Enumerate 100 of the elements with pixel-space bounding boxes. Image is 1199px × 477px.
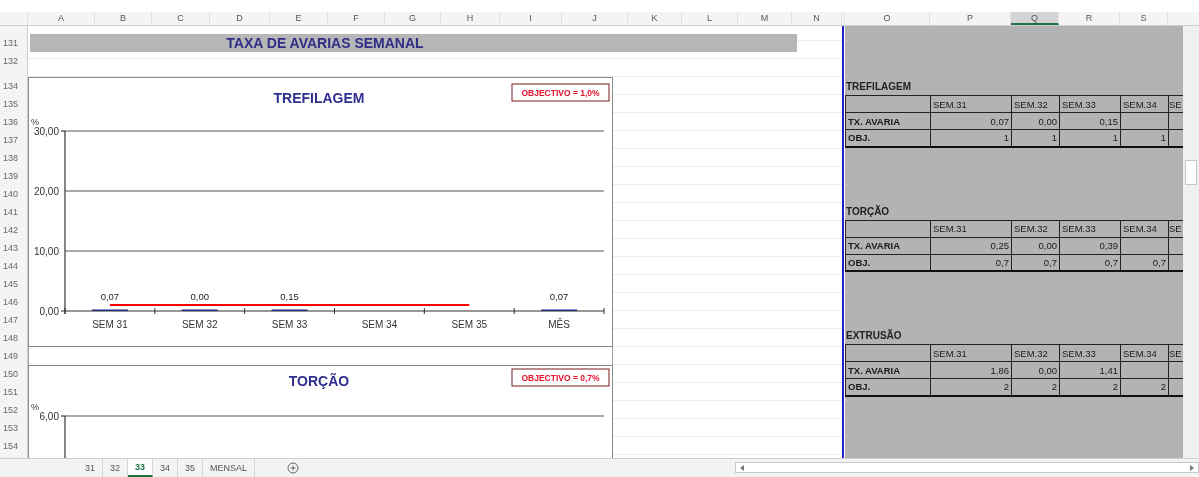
table-cell: 2	[1059, 378, 1121, 396]
row-label: TX. AVARIA	[845, 112, 931, 130]
row-label: OBJ.	[845, 254, 931, 271]
row-number[interactable]: 151	[0, 383, 27, 401]
column-header[interactable]: C	[152, 12, 210, 25]
column-header[interactable]: L	[682, 12, 738, 25]
objective-label: OBJECTIVO = 0,7%	[511, 368, 610, 387]
scroll-left-icon[interactable]	[739, 463, 745, 472]
scroll-right-icon[interactable]	[1189, 463, 1195, 472]
value-label: 0,07	[100, 290, 120, 302]
row-number[interactable]: 135	[0, 95, 27, 113]
table-cell: 2	[1011, 378, 1060, 396]
vertical-scrollbar[interactable]	[1183, 26, 1199, 458]
objective-label: OBJECTIVO = 1,0%	[511, 83, 610, 102]
row-number[interactable]: 137	[0, 131, 27, 149]
table-cell: 0,15	[1059, 112, 1121, 130]
value-label: 0,15	[280, 290, 299, 302]
row-number[interactable]: 134	[0, 77, 27, 95]
column-header[interactable]: H	[441, 12, 500, 25]
table-cell: 0,00	[1011, 112, 1060, 130]
row-number[interactable]: 149	[0, 347, 27, 365]
column-header: SEM.33	[1059, 220, 1121, 237]
table-cell: 0,07	[930, 112, 1012, 130]
column-header[interactable]: K	[628, 12, 682, 25]
column-header[interactable]: S	[1120, 12, 1168, 25]
column-header[interactable]: G	[385, 12, 441, 25]
table-cell: 0,7	[930, 254, 1012, 271]
row-number[interactable]: 146	[0, 293, 27, 311]
row-number[interactable]: 138	[0, 149, 27, 167]
sheet-tab[interactable]: 31	[78, 459, 103, 477]
column-header[interactable]: R	[1059, 12, 1120, 25]
table-cell: 2	[930, 378, 1012, 396]
row-number[interactable]: 153	[0, 419, 27, 437]
tick-label: 20,00	[33, 186, 59, 197]
row-number[interactable]: 143	[0, 239, 27, 257]
column-header[interactable]: A	[28, 12, 95, 25]
row-number[interactable]: 132	[0, 52, 27, 70]
category-label: SEM 31	[92, 319, 128, 330]
column-header: SEM.33	[1059, 344, 1121, 362]
column-header[interactable]: F	[328, 12, 385, 25]
column-header[interactable]: O	[845, 12, 930, 25]
table-cell: 1,86	[930, 361, 1012, 379]
table-cell: 1,41	[1059, 361, 1121, 379]
column-header[interactable]: B	[95, 12, 152, 25]
horizontal-scrollbar[interactable]	[735, 462, 1199, 473]
sheet-tab[interactable]: MENSAL	[203, 459, 256, 477]
table-cell: 1	[1011, 129, 1060, 147]
column-header: SEM.32	[1011, 95, 1060, 113]
plus-circle-icon	[287, 462, 300, 474]
table-cell: 0,7	[1120, 254, 1169, 271]
category-label: SEM 35	[451, 319, 488, 330]
table-cell: 0,25	[930, 237, 1012, 254]
table-cell: 0,00	[1011, 361, 1060, 379]
column-header: SEM.34	[1120, 344, 1169, 362]
column-header[interactable]: Q	[1011, 12, 1059, 25]
tick-label: 10,00	[33, 246, 59, 257]
table-title: TREFILAGEM	[845, 80, 912, 94]
sheet-tab[interactable]: 33	[128, 459, 154, 477]
column-header[interactable]: I	[500, 12, 562, 25]
column-header[interactable]: E	[270, 12, 328, 25]
row-number[interactable]: 145	[0, 275, 27, 293]
table-cell: 0,7	[1059, 254, 1121, 271]
row-number[interactable]: 148	[0, 329, 27, 347]
column-header[interactable]: M	[738, 12, 792, 25]
column-header: SEM.32	[1011, 220, 1060, 237]
tick-label: 0,00	[39, 306, 59, 317]
scroll-thumb[interactable]	[1185, 160, 1197, 185]
row-label: OBJ.	[845, 129, 931, 147]
column-header: SEM.31	[930, 95, 1012, 113]
sheet-tab[interactable]: 35	[178, 459, 204, 477]
chart-title: TREFILAGEM	[273, 90, 365, 106]
row-number[interactable]: 144	[0, 257, 27, 275]
row-number[interactable]: 140	[0, 185, 27, 203]
value-label: 0,07	[549, 290, 569, 302]
value-label: 0,00	[190, 290, 209, 302]
sheet-tab[interactable]: 34	[153, 459, 179, 477]
table-cell: 0,7	[1011, 254, 1060, 271]
row-number[interactable]: 139	[0, 167, 27, 185]
table-cell: 0,39	[1059, 237, 1121, 254]
column-header[interactable]: N	[792, 12, 842, 25]
y-axis	[60, 415, 66, 458]
row-number[interactable]: 131	[0, 34, 27, 52]
column-header: SEM.32	[1011, 344, 1060, 362]
table-title: TORÇÃO	[845, 204, 891, 219]
row-number[interactable]: 152	[0, 401, 27, 419]
column-header: SEM.31	[930, 220, 1012, 237]
row-number[interactable]: 147	[0, 311, 27, 329]
row-label: TX. AVARIA	[845, 237, 931, 254]
table-cell: 1	[1059, 129, 1121, 147]
table-cell: 2	[1120, 378, 1169, 396]
row-number[interactable]: 154	[0, 437, 27, 455]
column-header[interactable]: J	[562, 12, 628, 25]
row-number[interactable]: 142	[0, 221, 27, 239]
column-header[interactable]: D	[210, 12, 270, 25]
table-cell: 1	[1120, 129, 1169, 147]
row-number[interactable]: 150	[0, 365, 27, 383]
row-number[interactable]: 141	[0, 203, 27, 221]
sheet-title: TAXA DE AVARIAS SEMANAL	[225, 34, 425, 52]
chart-title: TORÇÃO	[288, 373, 350, 389]
row-number[interactable]: 136	[0, 113, 27, 131]
